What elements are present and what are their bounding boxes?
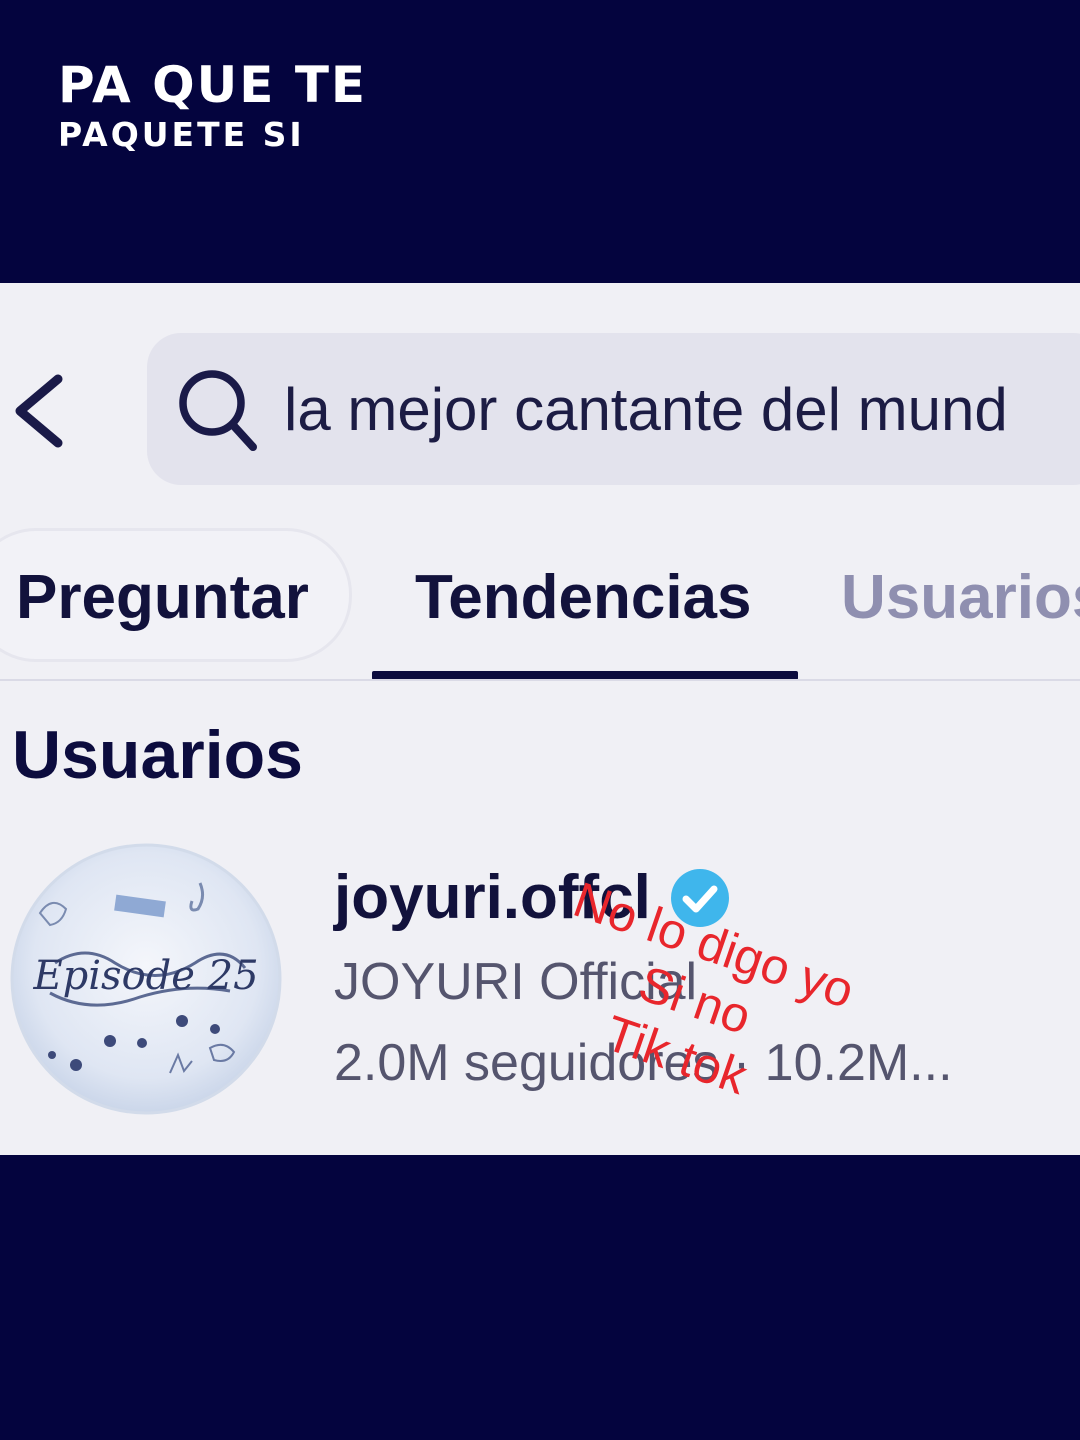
verified-badge-icon [671,869,730,927]
user-stats: 2.0M seguidores · 10.2M... [334,1034,953,1092]
app-screenshot: la mejor cantante del mund Preguntar Ten… [0,283,1080,1155]
tab-divider [0,679,1080,681]
search-icon [179,370,257,451]
user-display-name: JOYURI Official [334,953,698,1011]
brand-logo: PA QUE TE PAQUETE SI [58,56,367,156]
chevron-left-icon [15,374,63,448]
user-result-row[interactable]: joyuri.offcl [334,861,731,935]
avatar[interactable]: Episode 25 [10,843,282,1115]
search-input[interactable]: la mejor cantante del mund [147,333,1080,485]
tab-preguntar[interactable]: Preguntar [16,561,309,635]
username: joyuri.offcl [334,863,651,932]
avatar-caption: Episode 25 [32,953,258,999]
search-query-text: la mejor cantante del mund [284,376,1008,443]
brand-line-2: PAQUETE SI [58,115,305,154]
back-button[interactable] [8,371,68,451]
section-title: Usuarios [12,717,303,793]
tab-usuarios[interactable]: Usuarios [841,561,1080,635]
tab-tendencias[interactable]: Tendencias [415,561,752,635]
brand-line-1: PA QUE TE [58,56,368,114]
